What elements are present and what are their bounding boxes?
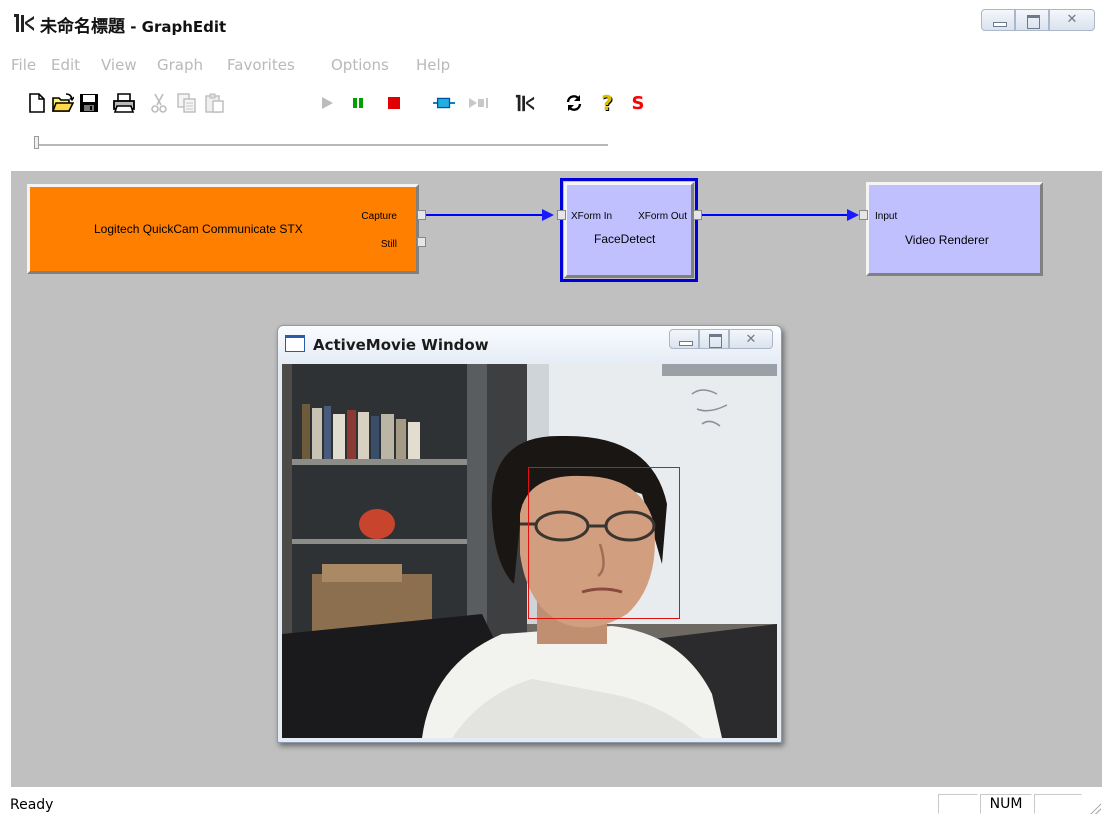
pin-label-xform-in: XForm In <box>571 211 613 222</box>
open-folder-icon <box>52 93 74 112</box>
connection-capture-facedetect[interactable] <box>426 214 547 216</box>
pause-button[interactable] <box>347 92 369 114</box>
pause-icon <box>353 98 363 108</box>
window-title-app: - GraphEdit <box>125 18 227 36</box>
window-title-main: 未命名標題 <box>40 17 125 37</box>
filter-name: FaceDetect <box>594 232 656 246</box>
activemovie-window[interactable]: ActiveMovie Window ✕ <box>277 325 782 743</box>
toolbar: ? S <box>0 86 1105 120</box>
pin-label-input: Input <box>875 211 898 222</box>
filter-capture[interactable]: Logitech QuickCam Communicate STX Captur… <box>27 184 419 274</box>
maximize-button[interactable] <box>1015 9 1049 31</box>
cut-button[interactable] <box>148 92 170 114</box>
new-button[interactable] <box>26 92 48 114</box>
menu-edit[interactable]: Edit <box>51 56 80 74</box>
help-icon: ? <box>601 91 613 115</box>
pin-xform-in[interactable] <box>557 210 566 220</box>
status-pane-num: NUM <box>980 794 1032 814</box>
paste-icon <box>205 93 224 113</box>
play-icon <box>322 97 333 109</box>
graphedit-icon <box>515 94 535 112</box>
maximize-icon <box>1027 15 1040 29</box>
play-button[interactable] <box>316 92 338 114</box>
activemovie-window-controls: ✕ <box>669 329 773 349</box>
minimize-button[interactable] <box>981 9 1015 31</box>
paste-button[interactable] <box>204 92 226 114</box>
seek-button[interactable] <box>433 92 455 114</box>
seek-thumb[interactable] <box>34 136 39 149</box>
status-pane-caps <box>938 794 978 814</box>
help-button[interactable]: ? <box>596 91 618 115</box>
close-icon: ✕ <box>745 332 757 347</box>
save-icon <box>80 94 98 112</box>
pin-capture-out[interactable] <box>417 210 426 220</box>
minimize-icon <box>679 341 693 346</box>
seek-track[interactable] <box>38 144 608 147</box>
copy-button[interactable] <box>176 92 198 114</box>
graphedit-app-icon <box>12 12 36 34</box>
print-icon <box>113 93 135 113</box>
open-button[interactable] <box>52 92 74 114</box>
face-detection-box <box>528 467 680 619</box>
graphedit-button[interactable] <box>514 92 536 114</box>
new-icon <box>29 93 45 113</box>
filter-name: Logitech QuickCam Communicate STX <box>94 222 303 236</box>
window-icon <box>285 335 305 352</box>
s-button[interactable]: S <box>627 92 649 114</box>
stop-icon <box>388 97 400 109</box>
maximize-icon <box>709 334 722 348</box>
pin-label-capture: Capture <box>361 211 397 222</box>
frame-step-button[interactable] <box>468 92 490 114</box>
pin-label-xform-out: XForm Out <box>638 211 687 222</box>
filter-name: Video Renderer <box>905 233 989 247</box>
menu-view[interactable]: View <box>101 56 137 74</box>
window-title: 未命名標題 - GraphEdit <box>40 12 226 37</box>
activemovie-title: ActiveMovie Window <box>313 336 489 354</box>
pin-label-still: Still <box>380 239 397 250</box>
connection-arrowhead <box>847 209 859 221</box>
filter-video-renderer[interactable]: Input Video Renderer <box>866 182 1043 276</box>
stop-button[interactable] <box>383 92 405 114</box>
pin-still-out[interactable] <box>417 237 426 247</box>
seek-icon <box>433 97 455 109</box>
refresh-button[interactable] <box>563 92 585 114</box>
refresh-icon <box>566 95 582 111</box>
frame-step-icon <box>469 98 488 108</box>
minimize-button[interactable] <box>669 329 699 349</box>
pin-xform-out[interactable] <box>693 210 702 220</box>
cut-icon <box>151 93 167 113</box>
copy-icon <box>177 93 196 113</box>
filter-facedetect[interactable]: XForm In XForm Out FaceDetect <box>564 182 694 278</box>
close-button[interactable]: ✕ <box>729 329 773 349</box>
s-icon: S <box>631 92 645 114</box>
status-text: Ready <box>10 797 54 813</box>
title-bar: 未命名標題 - GraphEdit ✕ <box>0 0 1105 50</box>
close-button[interactable]: ✕ <box>1049 9 1095 31</box>
seek-bar <box>0 131 1105 161</box>
minimize-icon <box>993 22 1007 27</box>
resize-grip[interactable] <box>1089 802 1101 814</box>
connection-arrowhead <box>542 209 554 221</box>
menu-bar: File Edit View Graph Favorites Options H… <box>0 50 1105 80</box>
connection-facedetect-renderer[interactable] <box>702 214 852 216</box>
menu-help[interactable]: Help <box>416 56 450 74</box>
video-frame <box>282 364 777 738</box>
menu-favorites[interactable]: Favorites <box>227 56 295 74</box>
window-controls: ✕ <box>981 9 1095 31</box>
close-icon: ✕ <box>1066 12 1078 27</box>
print-button[interactable] <box>113 92 135 114</box>
menu-options[interactable]: Options <box>331 56 389 74</box>
menu-graph[interactable]: Graph <box>157 56 203 74</box>
save-button[interactable] <box>78 92 100 114</box>
maximize-button[interactable] <box>699 329 729 349</box>
menu-file[interactable]: File <box>11 56 36 74</box>
status-bar: Ready NUM <box>0 790 1105 817</box>
status-pane-scroll <box>1034 794 1082 814</box>
pin-renderer-in[interactable] <box>859 210 868 220</box>
